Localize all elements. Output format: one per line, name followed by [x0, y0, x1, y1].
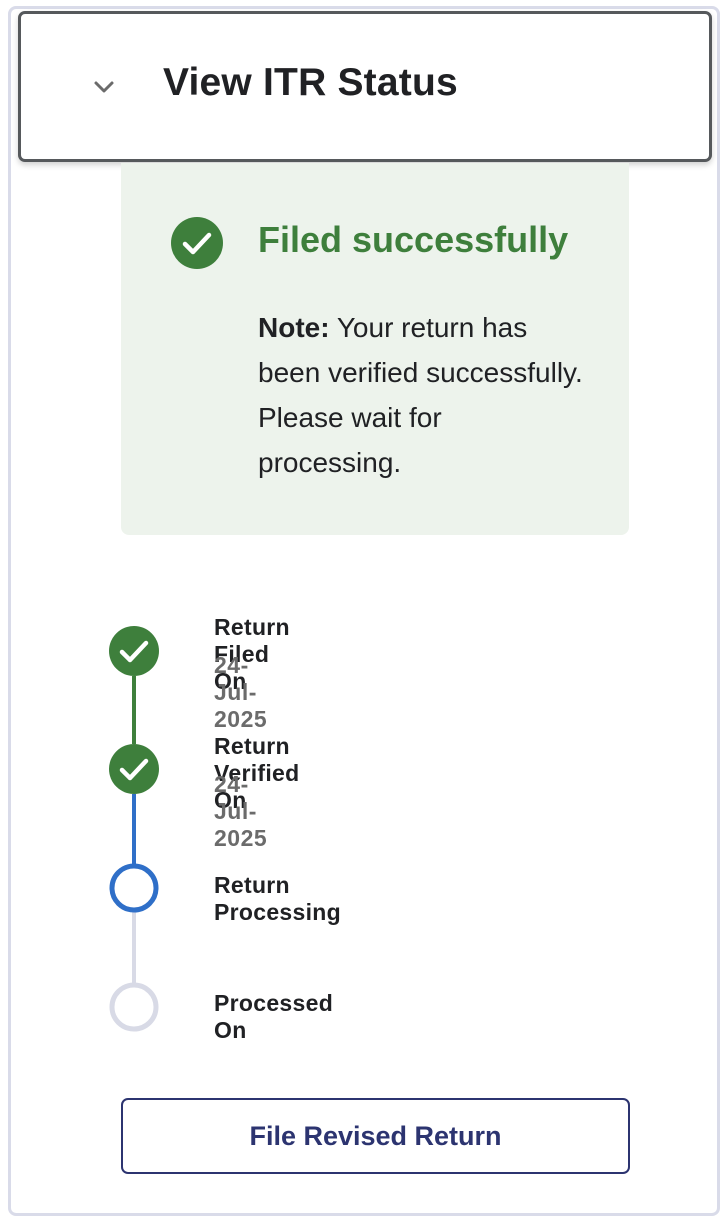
status-note: Note: Your return has been verified succ…	[258, 305, 588, 485]
step-pending-icon	[109, 982, 159, 1032]
step-label: Processed On	[214, 990, 334, 1043]
step-in-progress-icon	[109, 863, 159, 913]
step-completed-icon	[109, 626, 159, 676]
timeline-connector	[132, 676, 136, 744]
step-completed-icon	[109, 744, 159, 794]
step-date: 24-Jul-2025	[214, 771, 268, 851]
status-title: Filed successfully	[258, 219, 569, 260]
itr-status-header[interactable]: View ITR Status	[18, 11, 712, 162]
note-label: Note:	[258, 312, 330, 343]
step-date: 24-Jul-2025	[214, 652, 268, 732]
timeline-connector	[132, 794, 136, 864]
timeline-connector	[132, 912, 136, 983]
check-circle-icon	[171, 217, 223, 269]
page-title: View ITR Status	[163, 61, 458, 104]
chevron-down-icon[interactable]	[89, 72, 119, 102]
filed-status-card: Filed successfully Note: Your return has…	[121, 163, 629, 535]
file-revised-return-button[interactable]: File Revised Return	[121, 1098, 630, 1174]
step-label: Return Processing	[214, 872, 341, 925]
